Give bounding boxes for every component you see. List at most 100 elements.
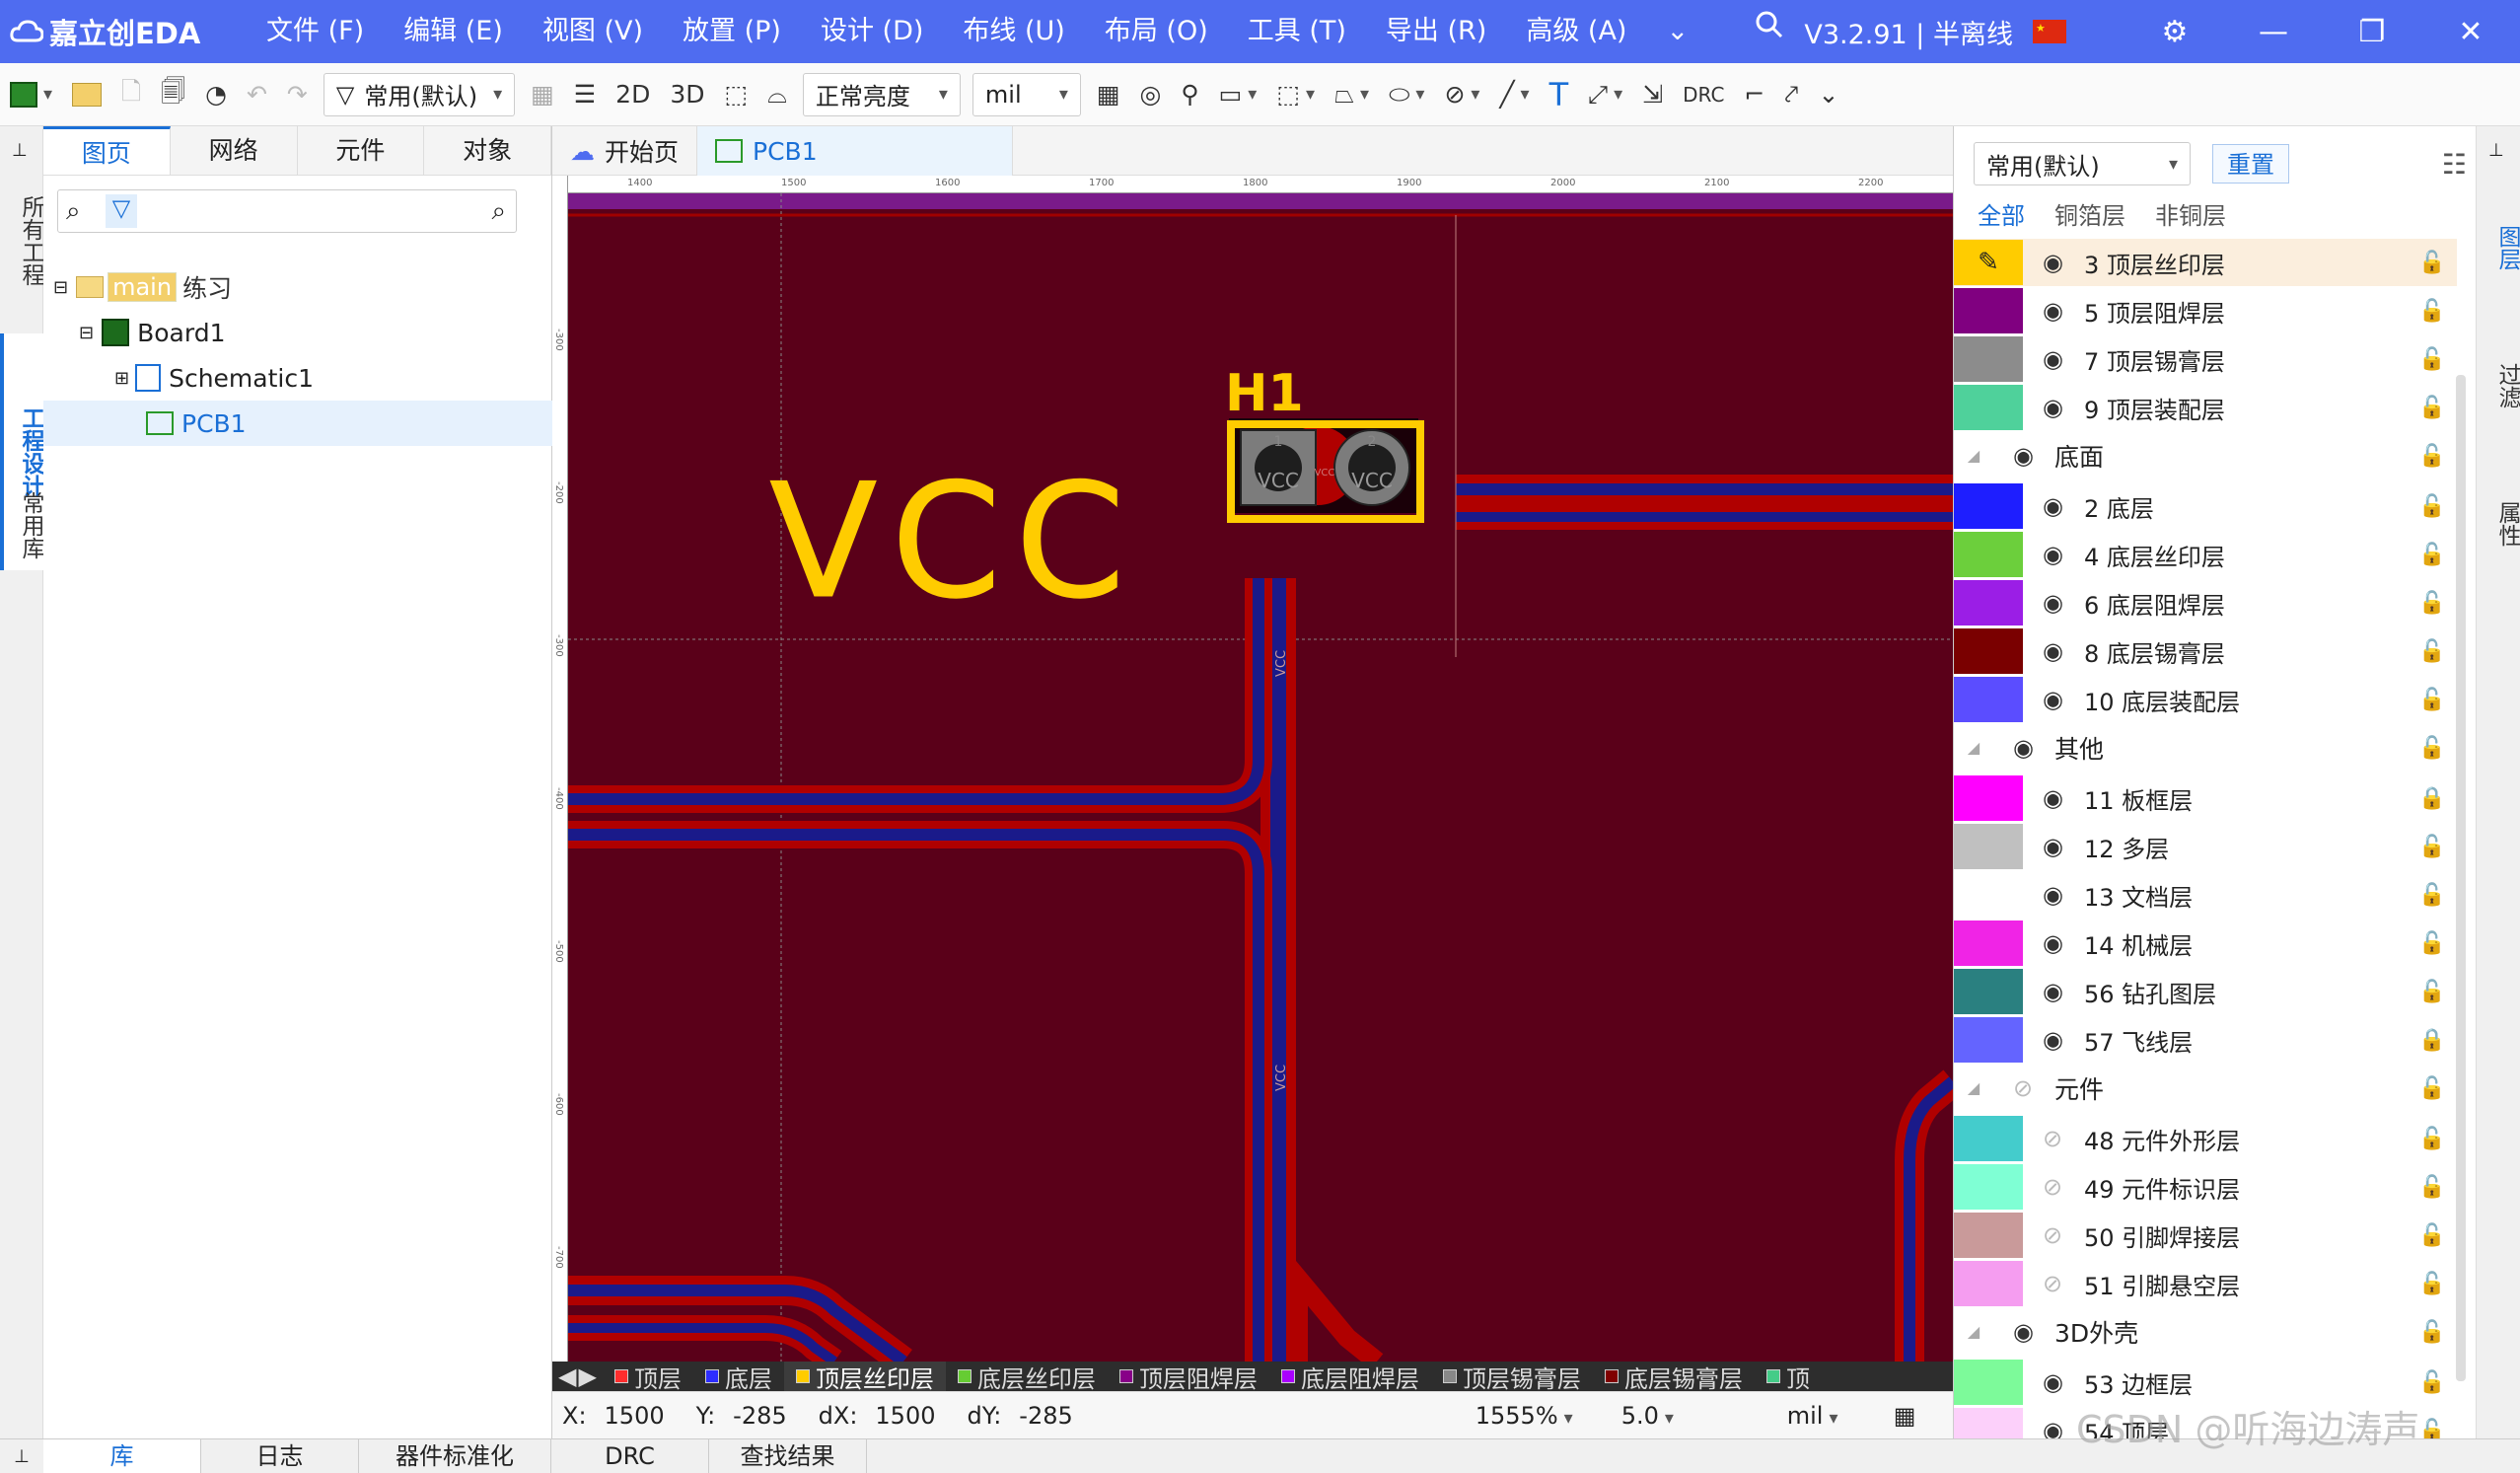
layer-color-swatch[interactable] bbox=[1954, 1360, 2023, 1405]
eye-icon[interactable]: ◉ bbox=[2043, 637, 2072, 665]
unlock-icon[interactable]: 🔓 bbox=[2408, 931, 2457, 956]
unlock-icon[interactable]: 🔓 bbox=[2408, 1223, 2457, 1248]
unlock-icon[interactable]: 🔓 bbox=[2408, 835, 2457, 859]
eye-icon[interactable]: ◉ bbox=[2043, 297, 2072, 325]
tab-filter[interactable]: 过滤 bbox=[2477, 363, 2520, 408]
eye-icon[interactable]: ◉ bbox=[2043, 833, 2072, 860]
open-folder-icon[interactable] bbox=[62, 63, 111, 126]
eye-icon[interactable]: ◉ bbox=[2013, 734, 2043, 762]
layer-color-swatch[interactable] bbox=[1954, 921, 2023, 966]
eye-hidden-icon[interactable]: ⊘ bbox=[2043, 1221, 2072, 1249]
layer-row[interactable]: ⊘ 50 引脚焊接层 🔓 bbox=[1954, 1212, 2457, 1259]
pin-icon[interactable]: ⊥ bbox=[2488, 140, 2504, 161]
save-version-icon[interactable]: ◔ bbox=[195, 63, 237, 126]
layer-preset-select[interactable]: 常用(默认) bbox=[1974, 142, 2191, 185]
settings-gear-icon[interactable]: ⚙ bbox=[2125, 15, 2224, 49]
collapse-icon[interactable]: ⊟ bbox=[79, 323, 94, 343]
menu-route[interactable]: 布线 (U) bbox=[943, 0, 1084, 63]
line-icon[interactable]: ╱ bbox=[1489, 63, 1539, 126]
tab-common-library[interactable]: 常用库 bbox=[0, 491, 43, 559]
tree-schematic[interactable]: ⊞ Schematic1 bbox=[43, 355, 552, 401]
polygon-icon[interactable]: ⏢ bbox=[1325, 63, 1379, 126]
layer-row[interactable]: ◉ 6 底层阻焊层 🔓 bbox=[1954, 579, 2457, 626]
layer-color-swatch[interactable] bbox=[1954, 824, 2023, 869]
no-entry-icon[interactable]: ⊘ bbox=[1434, 63, 1489, 126]
tab-components[interactable]: 元件 bbox=[297, 126, 425, 175]
fanout-icon[interactable]: ⤤ bbox=[1774, 63, 1808, 126]
layer-color-swatch[interactable] bbox=[1954, 628, 2023, 674]
eye-icon[interactable]: ◉ bbox=[2043, 541, 2072, 568]
grid-icon[interactable]: ▦ bbox=[1087, 63, 1130, 126]
status-unit-select[interactable]: mil bbox=[1787, 1402, 1876, 1430]
layer-scroll-buttons[interactable]: ◀ ▶ bbox=[552, 1362, 603, 1391]
layer-tab[interactable]: 顶 bbox=[1755, 1362, 1822, 1391]
via-icon[interactable]: ◎ bbox=[1130, 63, 1172, 126]
minimize-icon[interactable]: — bbox=[2224, 15, 2323, 49]
layer-row[interactable]: ⊘ 51 引脚悬空层 🔓 bbox=[1954, 1260, 2457, 1307]
pin-icon[interactable]: ⊥ bbox=[12, 140, 28, 161]
layer-row[interactable]: ◉ 9 顶层装配层 🔓 bbox=[1954, 384, 2457, 431]
layer-row[interactable]: ◉ 57 飞线层 🔒 bbox=[1954, 1016, 2457, 1064]
menu-edit[interactable]: 编辑 (E) bbox=[384, 0, 523, 63]
expand-icon[interactable]: ⊞ bbox=[114, 368, 129, 389]
grid-size-select[interactable]: 5.0 bbox=[1621, 1402, 1769, 1430]
layer-color-swatch[interactable]: ✎ bbox=[1954, 240, 2023, 285]
layer-group-row[interactable]: ◢ ⊘ 元件 🔓 bbox=[1954, 1065, 2457, 1112]
unlock-icon[interactable]: 🔓 bbox=[2408, 688, 2457, 712]
ellipse-icon[interactable]: ⬭ bbox=[1379, 63, 1434, 126]
layer-row[interactable]: ⊘ 48 元件外形层 🔓 bbox=[1954, 1115, 2457, 1162]
tab-properties[interactable]: 属性 bbox=[2477, 501, 2520, 547]
menu-place[interactable]: 放置 (P) bbox=[663, 0, 801, 63]
layer-row[interactable]: ◉ 13 文档层 🔓 bbox=[1954, 871, 2457, 919]
unlock-icon[interactable]: 🔓 bbox=[2408, 980, 2457, 1004]
eye-icon[interactable]: ◉ bbox=[2043, 784, 2072, 812]
layer-color-swatch[interactable] bbox=[1954, 872, 2023, 918]
unlock-icon[interactable]: 🔓 bbox=[2408, 1076, 2457, 1101]
scroll-left-icon[interactable]: ◀ bbox=[558, 1363, 576, 1390]
route-icon[interactable]: ⌐ bbox=[1734, 63, 1774, 126]
eye-icon[interactable]: ◉ bbox=[2043, 1368, 2072, 1396]
new-project-icon[interactable] bbox=[0, 63, 62, 126]
menu-file[interactable]: 文件 (F) bbox=[247, 0, 384, 63]
pin-icon[interactable]: ⊥ bbox=[0, 1439, 43, 1473]
project-search-input[interactable]: ⌕ ▽ ⌕ bbox=[57, 189, 517, 233]
menu-tools[interactable]: 工具 (T) bbox=[1228, 0, 1366, 63]
region-icon[interactable]: ⬚ bbox=[1266, 63, 1325, 126]
dimension-icon[interactable]: ⤢ bbox=[1578, 63, 1632, 126]
unlock-icon[interactable]: 🔓 bbox=[2408, 543, 2457, 567]
pin-icon[interactable]: ⚲ bbox=[1171, 63, 1208, 126]
tree-pcb[interactable]: PCB1 bbox=[43, 401, 552, 446]
tab-layers[interactable]: 图层 bbox=[2477, 225, 2520, 270]
layer-row[interactable]: ◉ 10 底层装配层 🔓 bbox=[1954, 676, 2457, 723]
eye-hidden-icon[interactable]: ⊘ bbox=[2043, 1270, 2072, 1297]
layer-group-row[interactable]: ◢ ◉ 底面 🔓 bbox=[1954, 432, 2457, 479]
unlock-icon[interactable]: 🔓 bbox=[2408, 1320, 2457, 1345]
pcb-canvas[interactable]: VCC VCC 1 2 VCC VCC VCC H1 VCC bbox=[568, 193, 1953, 1362]
layer-group-row[interactable]: ◢ ◉ 其他 🔓 bbox=[1954, 724, 2457, 772]
unlock-icon[interactable]: 🔓 bbox=[2408, 736, 2457, 761]
unlock-icon[interactable]: 🔓 bbox=[2408, 1370, 2457, 1395]
layer-color-swatch[interactable] bbox=[1954, 580, 2023, 626]
layer-color-swatch[interactable] bbox=[1954, 483, 2023, 529]
group-collapse-icon[interactable]: ◢ bbox=[1954, 1309, 1993, 1355]
layer-color-swatch[interactable] bbox=[1954, 1164, 2023, 1210]
unlock-icon[interactable]: 🔓 bbox=[2408, 299, 2457, 324]
tab-device-standardization[interactable]: 器件标准化 bbox=[359, 1439, 551, 1473]
view-2d-button[interactable]: 2D bbox=[606, 63, 660, 126]
eye-icon[interactable]: ◉ bbox=[2043, 686, 2072, 713]
eye-icon[interactable]: ◉ bbox=[2043, 249, 2072, 276]
menu-layout[interactable]: 布局 (O) bbox=[1085, 0, 1228, 63]
menu-view[interactable]: 视图 (V) bbox=[523, 0, 663, 63]
layer-color-swatch[interactable] bbox=[1954, 288, 2023, 333]
eye-hidden-icon[interactable]: ⊘ bbox=[2043, 1125, 2072, 1152]
grid-select-icon[interactable]: ▦ bbox=[521, 63, 564, 126]
brightness-select[interactable]: 正常亮度 bbox=[802, 72, 961, 116]
unlock-icon[interactable]: 🔓 bbox=[2408, 444, 2457, 469]
eye-hidden-icon[interactable]: ⊘ bbox=[2013, 1074, 2043, 1102]
unlock-icon[interactable]: 🔓 bbox=[2408, 251, 2457, 275]
unlock-icon[interactable]: 🔓 bbox=[2408, 347, 2457, 372]
app-logo[interactable]: 嘉立创EDA bbox=[10, 11, 247, 52]
text-tool-icon[interactable]: T bbox=[1540, 63, 1579, 126]
layer-color-swatch[interactable] bbox=[1954, 336, 2023, 382]
eye-icon[interactable]: ◉ bbox=[2043, 345, 2072, 373]
